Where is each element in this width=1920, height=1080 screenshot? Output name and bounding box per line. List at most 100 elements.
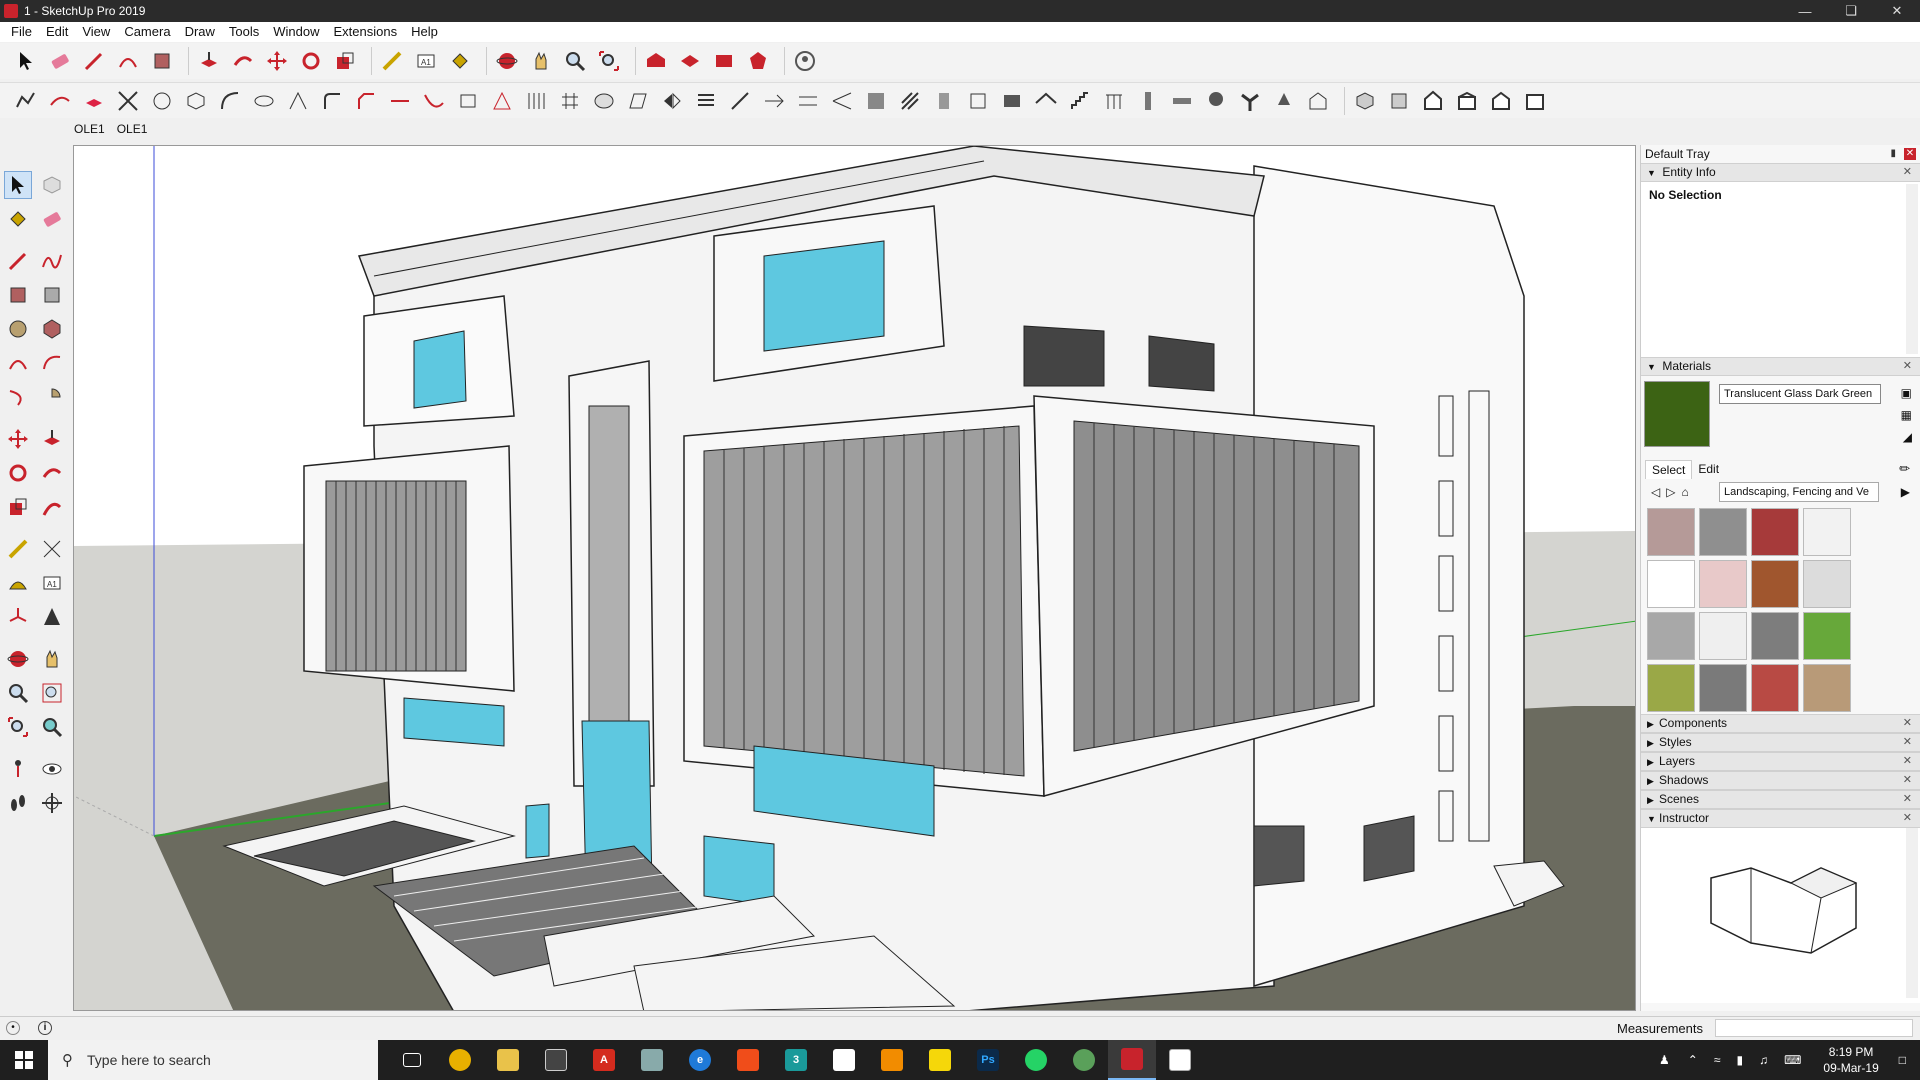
left-view-icon[interactable] [1521,87,1549,115]
skew-icon[interactable] [624,87,652,115]
measurements-input[interactable] [1715,1019,1913,1037]
paint-bucket-icon[interactable] [4,205,32,233]
battery-icon[interactable]: ▮ [1736,1053,1743,1067]
text-icon[interactable]: A1 [38,569,66,597]
section-plane-icon[interactable] [38,789,66,817]
roof-icon[interactable] [1032,87,1060,115]
push-pull-icon[interactable] [38,425,66,453]
window-tool-icon[interactable] [964,87,992,115]
close-panel-icon[interactable]: ✕ [1903,810,1912,827]
menu-tools[interactable]: Tools [222,22,266,42]
iso-view-icon[interactable] [1351,87,1379,115]
shadows-header[interactable]: ▶ Shadows ✕ [1641,771,1920,790]
array-icon[interactable] [522,87,550,115]
menu-edit[interactable]: Edit [39,22,75,42]
column-icon[interactable] [1134,87,1162,115]
menu-draw[interactable]: Draw [178,22,222,42]
materials-header[interactable]: ▼ Materials ✕ [1641,357,1920,376]
menu-view[interactable]: View [75,22,117,42]
instructor-header[interactable]: ▼ Instructor ✕ [1641,809,1920,828]
close-panel-icon[interactable]: ✕ [1903,164,1912,181]
material-thumbnail[interactable] [1751,664,1799,712]
geolocation-icon[interactable]: • [6,1020,20,1035]
edge-icon[interactable]: e [676,1040,724,1080]
scene-tab[interactable]: OLE1 [117,122,148,136]
close-panel-icon[interactable]: ✕ [1903,791,1912,808]
material-thumbnail[interactable] [1803,612,1851,660]
notifications-icon[interactable]: □ [1899,1053,1906,1067]
keyboard-icon[interactable]: ⌨ [1784,1053,1801,1067]
globe-icon[interactable] [1060,1040,1108,1080]
create-material-icon[interactable]: ▣ [1901,386,1912,400]
pan-icon[interactable] [527,47,555,75]
material-name-field[interactable]: Translucent Glass Dark Green [1719,384,1881,404]
calculator-icon[interactable] [532,1040,580,1080]
freehand-icon[interactable] [38,247,66,275]
eraser-icon[interactable] [38,205,66,233]
clock[interactable]: 8:19 PM 09-Mar-19 [1823,1044,1878,1076]
scenes-header[interactable]: ▶ Scenes ✕ [1641,790,1920,809]
home-icon[interactable]: ⌂ [1681,485,1688,499]
polygon-icon[interactable] [38,315,66,343]
stairs-icon[interactable] [1066,87,1094,115]
material-thumbnail[interactable] [1751,612,1799,660]
rotate-icon[interactable] [297,47,325,75]
warehouse-icon[interactable] [642,47,670,75]
intersect-icon[interactable] [114,87,142,115]
three-point-arc-icon[interactable] [4,383,32,411]
layers-header[interactable]: ▶ Layers ✕ [1641,752,1920,771]
material-thumbnail[interactable] [1699,508,1747,556]
rectangle-icon[interactable] [4,281,32,309]
dimension-icon[interactable] [38,535,66,563]
mesh-icon[interactable] [590,87,618,115]
wall-icon[interactable] [998,87,1026,115]
look-around-icon[interactable] [38,755,66,783]
tab-edit[interactable]: Edit [1692,460,1725,478]
brave-icon[interactable] [724,1040,772,1080]
move-icon[interactable] [4,425,32,453]
maximize-button[interactable]: ❏ [1828,0,1874,22]
taskbar-search[interactable]: ⚲ Type here to search [48,1040,378,1080]
scale-icon[interactable] [4,493,32,521]
sample-paint-icon[interactable]: ◢ [1903,430,1912,444]
material-thumbnail[interactable] [1699,664,1747,712]
grid-icon[interactable] [556,87,584,115]
start-button[interactable] [0,1040,48,1080]
offset-icon[interactable] [38,493,66,521]
stack-icon[interactable] [692,87,720,115]
bezier-icon[interactable] [46,87,74,115]
arc-icon[interactable] [114,47,142,75]
zoom-icon[interactable] [561,47,589,75]
tab-select[interactable]: Select [1645,459,1693,479]
previous-view-icon[interactable] [38,713,66,741]
close-tray-icon[interactable]: ✕ [1904,148,1916,160]
chrome-icon[interactable] [436,1040,484,1080]
3d-text-icon[interactable] [38,603,66,631]
beam-icon[interactable] [1168,87,1196,115]
tree-icon[interactable] [1202,87,1230,115]
menu-extensions[interactable]: Extensions [327,22,405,42]
forward-arrow-icon[interactable]: ▷ [1666,485,1675,499]
material-thumbnail[interactable] [1803,560,1851,608]
material-thumbnail[interactable] [1751,560,1799,608]
back-arrow-icon[interactable]: ◁ [1651,485,1660,499]
material-thumbnail[interactable] [1647,612,1695,660]
eyedropper-icon[interactable]: ✏ [1899,461,1910,477]
protractor-icon[interactable] [4,569,32,597]
whatsapp-icon[interactable] [1012,1040,1060,1080]
walk-icon[interactable] [4,789,32,817]
acrobat-icon[interactable]: A [580,1040,628,1080]
fan-icon[interactable] [1236,87,1264,115]
pin-icon[interactable]: ▮ [1890,145,1896,163]
material-swatch[interactable] [1644,381,1710,447]
wifi-icon[interactable]: ≈ [1714,1053,1721,1067]
shape-icon[interactable] [454,87,482,115]
volume-icon[interactable]: ♫ [1759,1053,1768,1067]
model-viewport[interactable] [73,145,1636,1011]
scene-tab[interactable]: OLE1 [74,122,105,136]
sphere-icon[interactable] [148,87,176,115]
lamp-icon[interactable] [1270,87,1298,115]
triangle-icon[interactable] [488,87,516,115]
zoom-extents-icon[interactable] [595,47,623,75]
line-split-icon[interactable] [386,87,414,115]
